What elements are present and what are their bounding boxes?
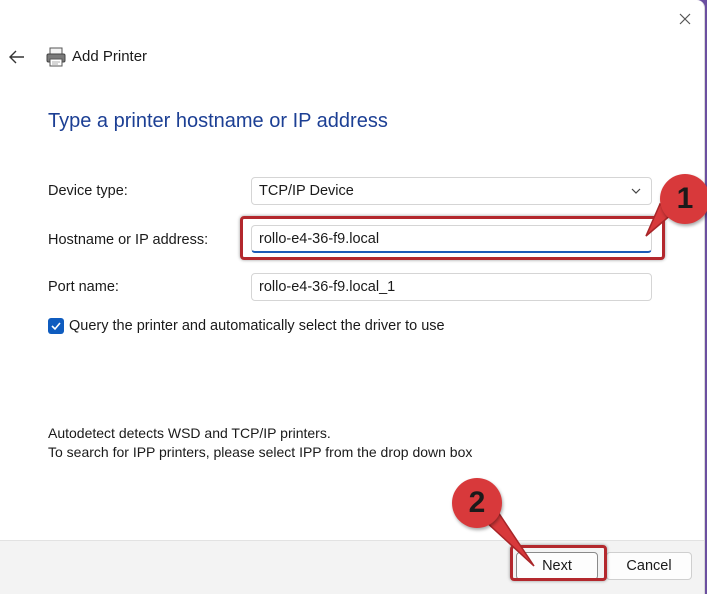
chevron-down-icon bbox=[631, 188, 641, 194]
port-name-input[interactable]: rollo-e4-36-f9.local_1 bbox=[251, 273, 652, 301]
annotation-highlight-next bbox=[510, 545, 607, 581]
query-printer-option: Query the printer and automatically sele… bbox=[48, 318, 445, 334]
add-printer-dialog: Add Printer Type a printer hostname or I… bbox=[0, 0, 705, 594]
query-printer-checkbox[interactable] bbox=[48, 318, 64, 334]
query-printer-label: Query the printer and automatically sele… bbox=[69, 318, 445, 334]
cancel-button[interactable]: Cancel bbox=[606, 552, 692, 580]
device-type-value: TCP/IP Device bbox=[259, 183, 354, 199]
hostname-label: Hostname or IP address: bbox=[48, 232, 209, 248]
annotation-step-2: 2 bbox=[452, 478, 502, 528]
page-heading: Type a printer hostname or IP address bbox=[48, 110, 388, 132]
close-button[interactable] bbox=[668, 6, 702, 32]
info-text-ipp: To search for IPP printers, please selec… bbox=[48, 444, 473, 460]
port-name-label: Port name: bbox=[48, 279, 119, 295]
device-type-label: Device type: bbox=[48, 183, 128, 199]
back-arrow-icon bbox=[9, 50, 24, 64]
checkmark-icon bbox=[51, 322, 61, 331]
printer-icon bbox=[46, 47, 66, 67]
annotation-highlight-hostname bbox=[240, 216, 665, 260]
back-button[interactable] bbox=[4, 44, 30, 70]
info-text-wsd: Autodetect detects WSD and TCP/IP printe… bbox=[48, 425, 331, 441]
device-type-select[interactable]: TCP/IP Device bbox=[251, 177, 652, 205]
window-title: Add Printer bbox=[72, 48, 148, 65]
close-icon bbox=[679, 13, 691, 25]
annotation-step-1: 1 bbox=[660, 174, 707, 224]
